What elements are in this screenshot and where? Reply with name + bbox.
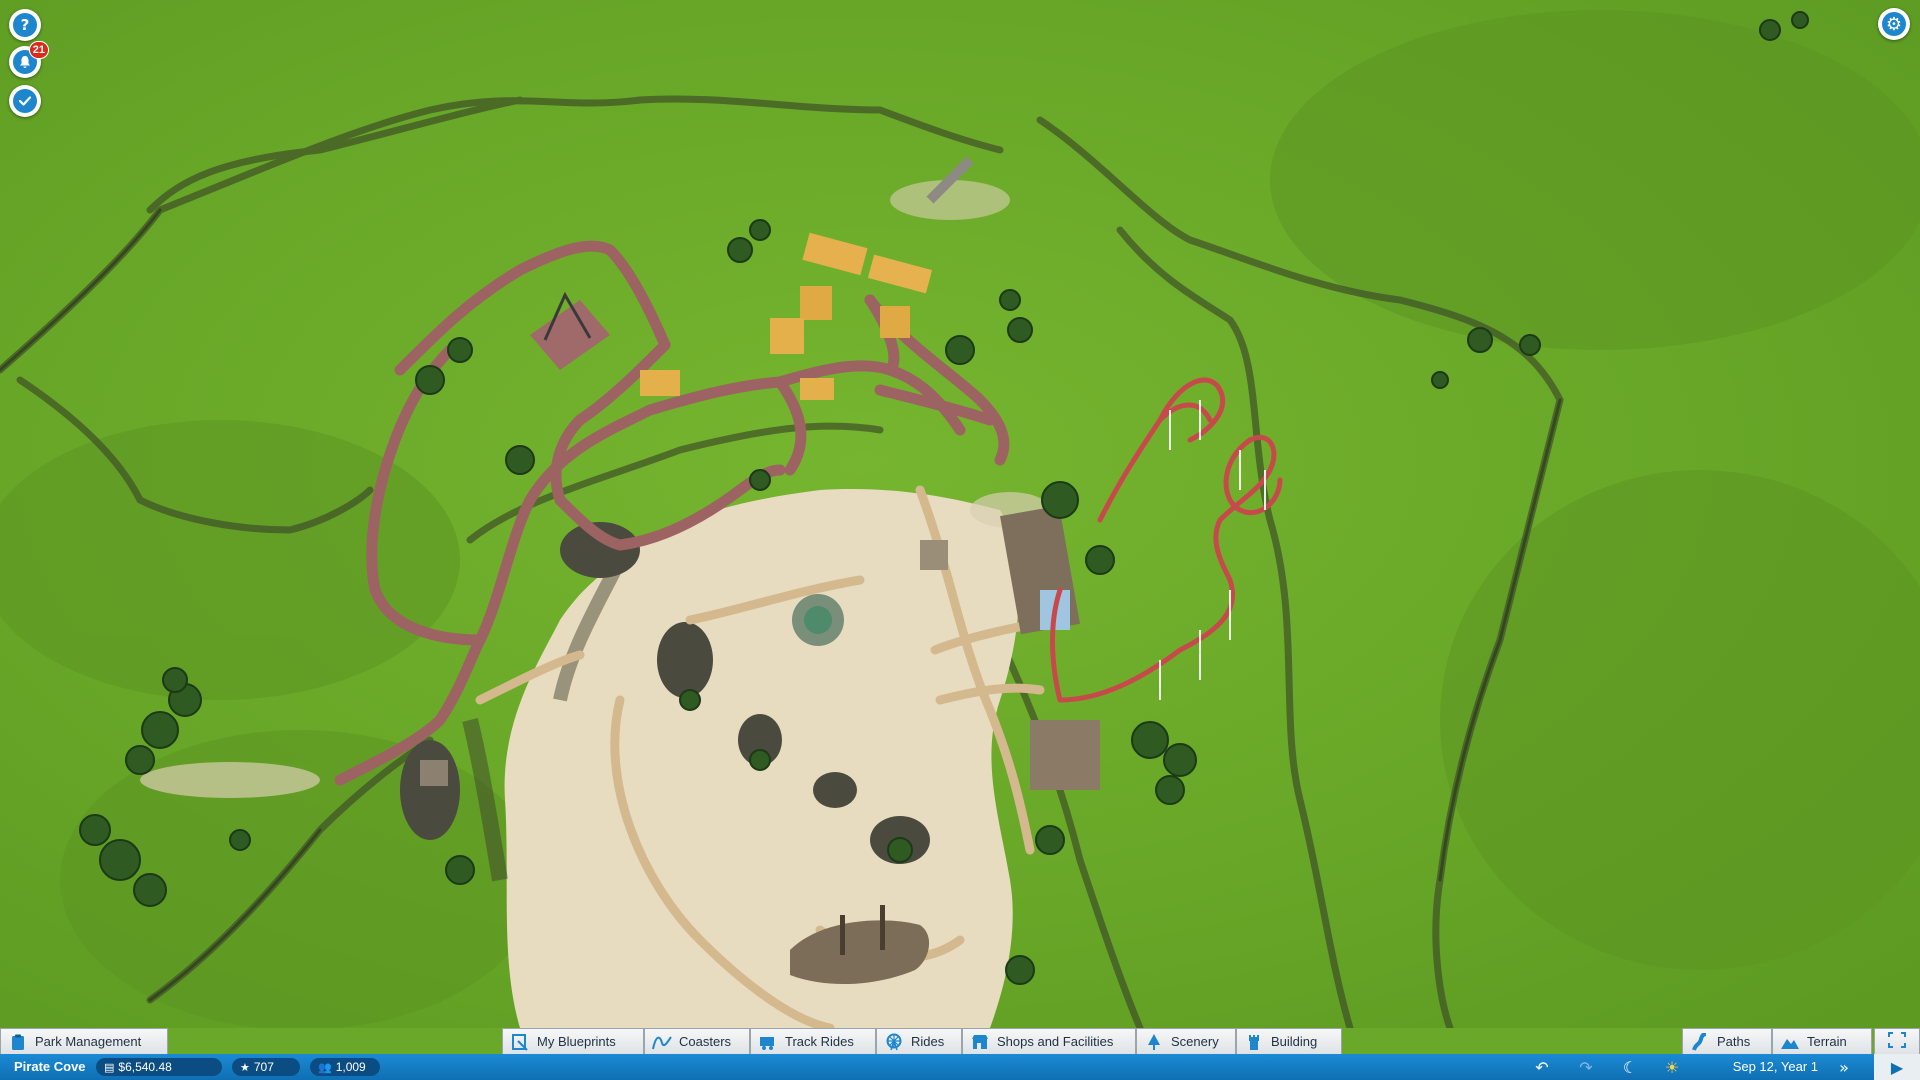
ferris-wheel-icon bbox=[883, 1032, 905, 1052]
build-toolbar: Park Management My Blueprints Coasters T… bbox=[0, 1028, 1920, 1054]
checkmark-icon bbox=[13, 89, 37, 113]
tab-label: Terrain bbox=[1807, 1034, 1847, 1049]
tab-label: Shops and Facilities bbox=[997, 1034, 1114, 1049]
date-display: Sep 12, Year 1 bbox=[1732, 1059, 1818, 1074]
castle-tower-icon bbox=[1243, 1032, 1265, 1052]
guest-count-display[interactable]: 👥 1,009 bbox=[310, 1058, 380, 1076]
play-button[interactable]: ▶ bbox=[1874, 1054, 1920, 1080]
redo-icon: ↷ bbox=[1579, 1057, 1593, 1077]
objectives-button[interactable] bbox=[9, 85, 41, 117]
tab-terrain[interactable]: Terrain bbox=[1772, 1028, 1872, 1054]
tab-scenery[interactable]: Scenery bbox=[1136, 1028, 1236, 1054]
tab-paths[interactable]: Paths bbox=[1682, 1028, 1772, 1054]
money-icon: ▤ bbox=[104, 1060, 115, 1074]
play-icon: ▶ bbox=[1890, 1057, 1904, 1077]
tree-icon bbox=[1143, 1032, 1165, 1052]
tab-coasters[interactable]: Coasters bbox=[644, 1028, 750, 1054]
shop-icon bbox=[969, 1032, 991, 1052]
park-scene[interactable] bbox=[0, 0, 1920, 1028]
guests-icon: 👥 bbox=[318, 1060, 332, 1074]
notification-count-badge: 21 bbox=[28, 41, 49, 59]
tab-label: Rides bbox=[911, 1034, 945, 1049]
mountain-icon bbox=[1779, 1032, 1801, 1052]
tab-label: Coasters bbox=[679, 1034, 732, 1049]
tab-label: Paths bbox=[1717, 1034, 1751, 1049]
tab-rides[interactable]: Rides bbox=[876, 1028, 962, 1054]
fast-forward-icon: » bbox=[1839, 1057, 1849, 1077]
undo-icon: ↶ bbox=[1535, 1057, 1549, 1077]
tab-label: Track Rides bbox=[785, 1034, 854, 1049]
tab-label: Building bbox=[1271, 1034, 1318, 1049]
fast-forward-button[interactable]: » bbox=[1832, 1056, 1856, 1078]
tab-label: Park Management bbox=[35, 1034, 142, 1049]
park-rating-display[interactable]: ★ 707 bbox=[232, 1058, 300, 1076]
coaster-icon bbox=[651, 1032, 673, 1052]
gear-icon: ⚙ bbox=[1882, 12, 1906, 36]
status-bar: Pirate Cove ▤ $6,540.48 ★ 707 👥 1,009 ↶ … bbox=[0, 1054, 1920, 1080]
money-display[interactable]: ▤ $6,540.48 bbox=[96, 1058, 222, 1076]
clipboard-icon bbox=[7, 1032, 29, 1052]
tab-label: Scenery bbox=[1171, 1034, 1219, 1049]
money-value: $6,540.48 bbox=[118, 1060, 172, 1074]
fountain bbox=[792, 594, 844, 646]
star-icon: ★ bbox=[240, 1060, 250, 1074]
day-night-icon: ☾ bbox=[1622, 1057, 1638, 1077]
fullscreen-toggle-button[interactable] bbox=[1874, 1028, 1920, 1054]
expand-icon bbox=[1887, 1031, 1907, 1052]
redo-button[interactable]: ↷ bbox=[1574, 1056, 1598, 1078]
tab-my-blueprints[interactable]: My Blueprints bbox=[502, 1028, 644, 1054]
tab-track-rides[interactable]: Track Rides bbox=[750, 1028, 876, 1054]
help-icon: ? bbox=[13, 13, 37, 37]
sun-icon: ☀ bbox=[1664, 1057, 1680, 1077]
tab-label: My Blueprints bbox=[537, 1034, 616, 1049]
settings-button[interactable]: ⚙ bbox=[1878, 8, 1910, 40]
park-name[interactable]: Pirate Cove bbox=[14, 1054, 86, 1080]
day-night-button[interactable]: ☾ bbox=[1618, 1056, 1642, 1078]
tab-shops-and-facilities[interactable]: Shops and Facilities bbox=[962, 1028, 1136, 1054]
train-icon bbox=[757, 1032, 779, 1052]
weather-button[interactable]: ☀ bbox=[1660, 1056, 1684, 1078]
rating-value: 707 bbox=[253, 1060, 274, 1074]
path-icon bbox=[1689, 1032, 1711, 1052]
notifications-button[interactable]: 21 bbox=[9, 41, 49, 78]
help-button[interactable]: ? bbox=[9, 9, 41, 41]
blueprint-icon bbox=[509, 1032, 531, 1052]
tab-building[interactable]: Building bbox=[1236, 1028, 1342, 1054]
undo-button[interactable]: ↶ bbox=[1530, 1056, 1554, 1078]
tab-park-management[interactable]: Park Management bbox=[0, 1028, 168, 1054]
guests-value: 1,009 bbox=[335, 1060, 366, 1074]
